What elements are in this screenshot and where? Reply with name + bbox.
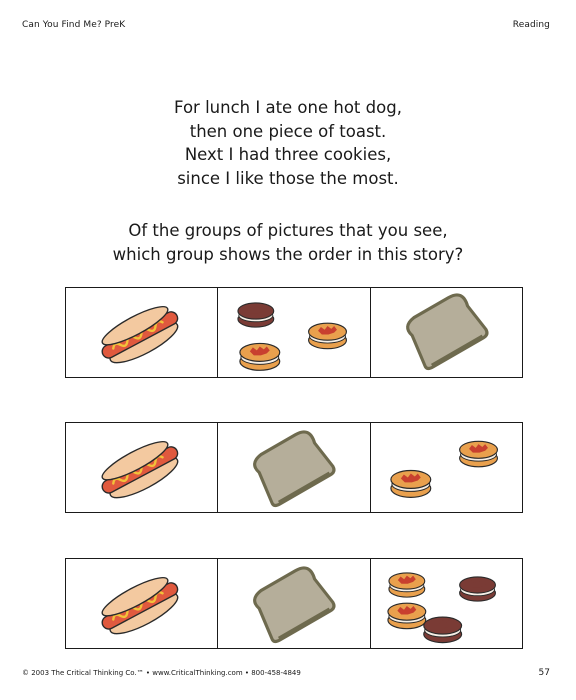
subject-label: Reading bbox=[512, 20, 550, 30]
choice-row-3[interactable] bbox=[65, 558, 523, 649]
question-line: which group shows the order in this stor… bbox=[112, 245, 464, 264]
copyright-footer: © 2003 The Critical Thinking Co.™ • www.… bbox=[22, 669, 301, 677]
toast-icon bbox=[405, 293, 489, 371]
question-text: Of the groups of pictures that you see, … bbox=[0, 219, 576, 267]
choice-row-2-cell-1 bbox=[66, 423, 217, 512]
cookies-icon bbox=[387, 572, 496, 644]
choice-row-1-cell-3 bbox=[369, 288, 522, 377]
hotdog-icon bbox=[101, 440, 179, 499]
choice-row-1-cell-2 bbox=[217, 288, 369, 377]
choice-row-1[interactable] bbox=[65, 287, 523, 378]
poem-line: For lunch I ate one hot dog, bbox=[174, 98, 402, 117]
hotdog-icon bbox=[101, 576, 179, 635]
toast-icon bbox=[253, 566, 336, 644]
poem-line: since I like those the most. bbox=[177, 168, 399, 188]
cookies-icon bbox=[237, 302, 348, 371]
cookies-icon bbox=[389, 440, 498, 498]
poem-line: Next I had three cookies, bbox=[184, 145, 392, 165]
question-line: Of the groups of pictures that you see, bbox=[128, 221, 448, 240]
page-number: 57 bbox=[538, 668, 550, 678]
poem-line: then one piece of toast. bbox=[189, 121, 387, 141]
choice-row-3-cell-2 bbox=[217, 559, 369, 648]
choice-row-2[interactable] bbox=[65, 422, 523, 513]
choice-row-3-cell-3 bbox=[369, 559, 522, 648]
choice-row-2-cell-2 bbox=[217, 423, 369, 512]
story-poem: For lunch I ate one hot dog, then one pi… bbox=[0, 96, 576, 190]
worksheet-title: Can You Find Me? PreK bbox=[22, 20, 126, 30]
toast-icon bbox=[253, 430, 336, 508]
choice-row-2-cell-3 bbox=[369, 423, 522, 512]
choice-row-1-cell-1 bbox=[66, 288, 217, 377]
hotdog-icon bbox=[101, 305, 179, 364]
choice-row-3-cell-1 bbox=[66, 559, 217, 648]
